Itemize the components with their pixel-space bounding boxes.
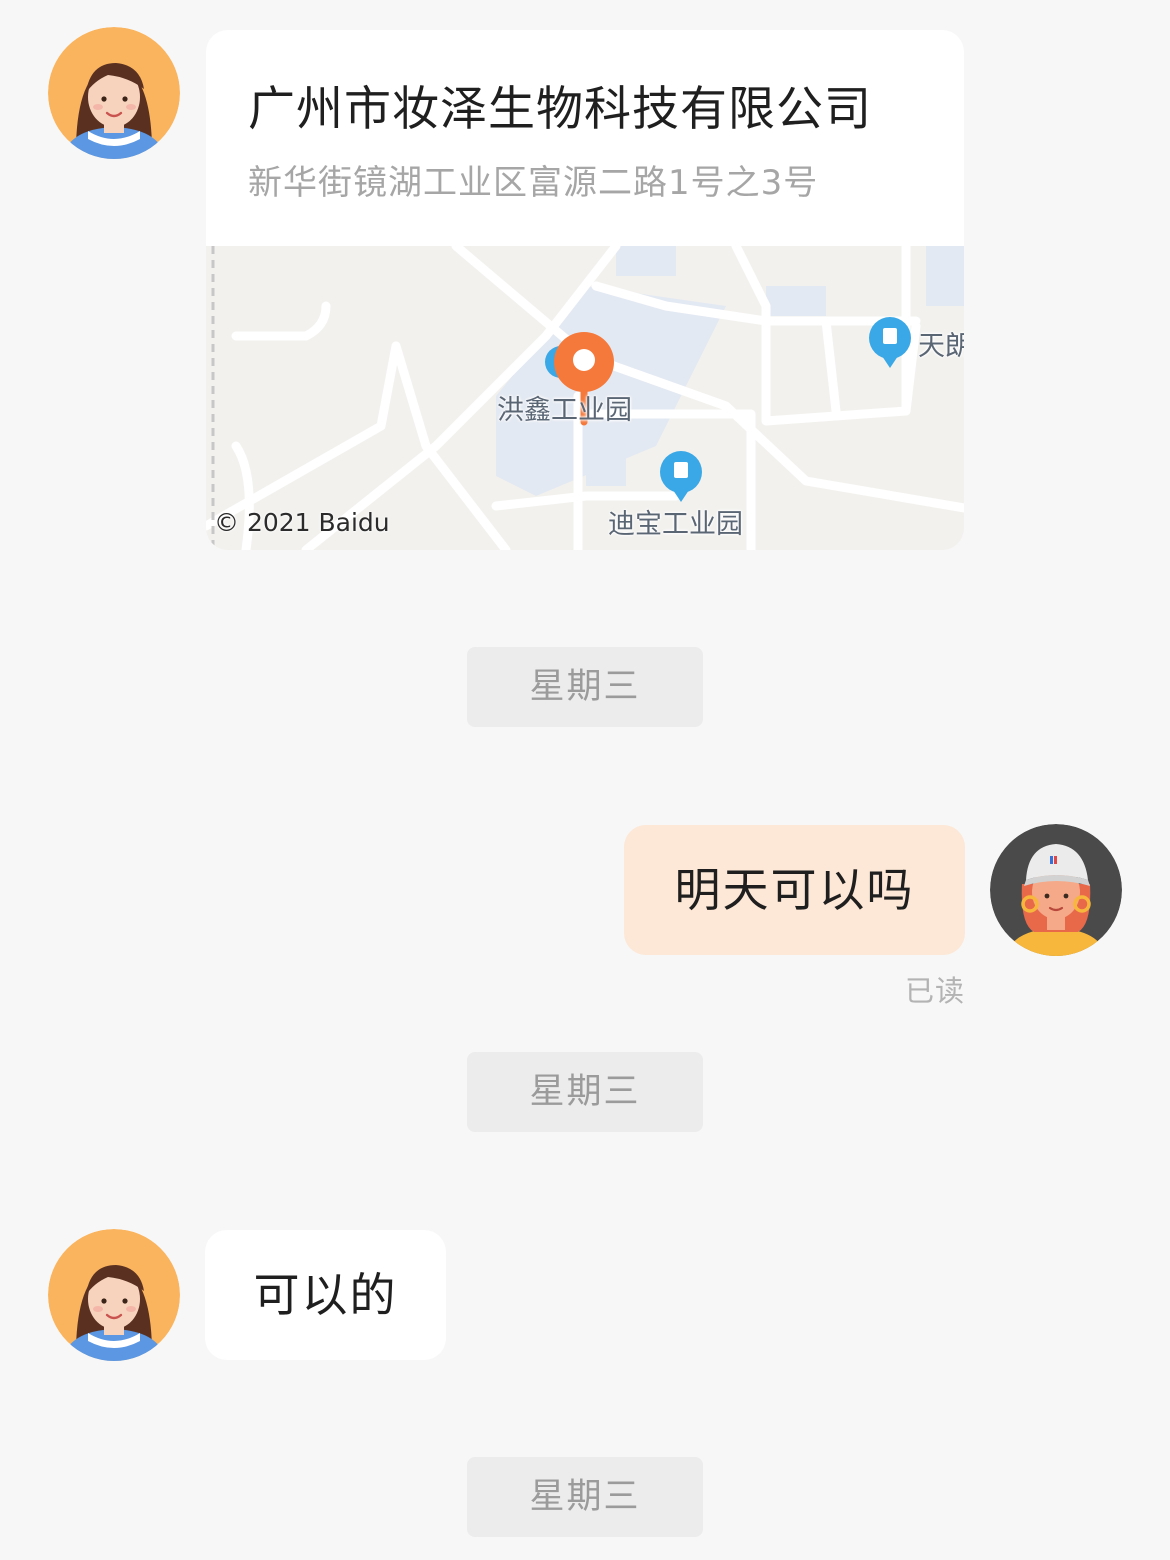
location-message-card[interactable]: 广州市妆泽生物科技有限公司 新华街镜湖工业区富源二路1号之3号 洪鑫工业园 迪宝…	[206, 30, 964, 550]
contact-avatar[interactable]	[48, 27, 180, 159]
outgoing-message-bubble[interactable]: 明天可以吗	[624, 825, 965, 955]
self-avatar[interactable]	[990, 824, 1122, 956]
location-name: 广州市妆泽生物科技有限公司	[248, 82, 872, 137]
map-label-dibao: 迪宝工业园	[608, 509, 743, 540]
contact-avatar[interactable]	[48, 1229, 180, 1361]
location-address: 新华街镜湖工业区富源二路1号之3号	[248, 163, 819, 203]
map-copyright: © 2021 Baidu	[214, 508, 390, 537]
girl-with-cap-avatar-icon	[990, 824, 1122, 956]
woman-avatar-icon	[48, 1229, 180, 1361]
location-map-preview[interactable]: 洪鑫工业园 迪宝工业园 天朗 © 2021 Baidu	[206, 246, 964, 550]
date-divider: 星期三	[467, 1052, 703, 1132]
date-divider: 星期三	[467, 1457, 703, 1537]
map-label-hongxin: 洪鑫工业园	[497, 395, 632, 426]
incoming-message-bubble[interactable]: 可以的	[205, 1230, 446, 1360]
date-divider: 星期三	[467, 647, 703, 727]
chat-page: 广州市妆泽生物科技有限公司 新华街镜湖工业区富源二路1号之3号 洪鑫工业园 迪宝…	[0, 0, 1170, 1560]
map-label-tianlang: 天朗	[918, 331, 964, 362]
woman-avatar-icon	[48, 27, 180, 159]
read-receipt: 已读	[905, 974, 966, 1008]
